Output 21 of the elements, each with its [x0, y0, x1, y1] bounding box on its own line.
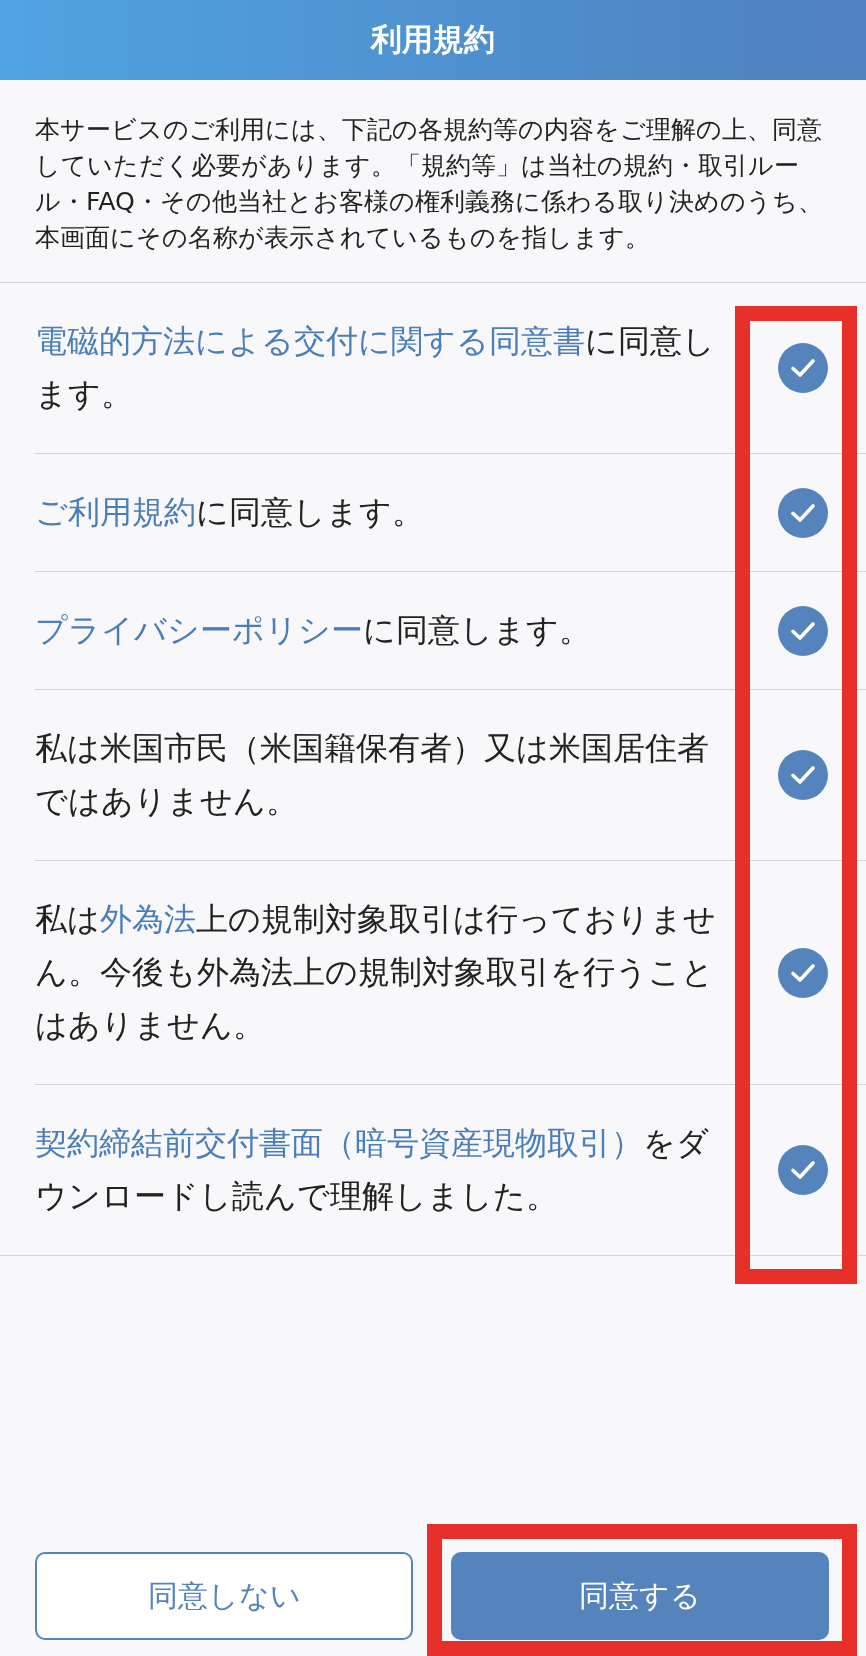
checked-checkbox-icon[interactable]	[778, 750, 828, 800]
agreement-link[interactable]: プライバシーポリシー	[35, 612, 363, 648]
agreement-link[interactable]: 契約締結前交付書面（暗号資産現物取引）	[35, 1125, 643, 1161]
checked-checkbox-icon[interactable]	[778, 947, 828, 998]
checked-checkbox-icon[interactable]	[778, 487, 828, 538]
intro-paragraph: 本サービスのご利用には、下記の各規約等の内容をご理解の上、同意していただく必要があります。「規約等」は当社の規約・取引ルール・FAQ・その他当社とお客様の権利義務に係わる取り決めのうち、本画面にその名称が表示されているものを指します。	[0, 80, 866, 283]
checked-checkbox-icon[interactable]	[778, 1145, 828, 1195]
agreement-link[interactable]: 電磁的方法による交付に関する同意書	[35, 323, 585, 359]
agreement-link[interactable]: ご利用規約	[35, 494, 196, 530]
agreement-link[interactable]: 外為法	[100, 901, 196, 937]
agreement-text: プライバシーポリシーに同意します。	[35, 611, 592, 650]
decline-button[interactable]: 同意しない	[35, 1552, 413, 1640]
checked-checkbox-icon[interactable]	[778, 605, 828, 656]
agree-button[interactable]: 同意する	[451, 1552, 829, 1640]
agreement-text: 私は米国市民（米国籍保有者）又は米国居住者ではありません。	[35, 729, 710, 821]
agreement-text: 私は外為法上の規制対象取引は行っておりません。今後も外為法上の規制対象取引を行うことはありません。	[35, 900, 717, 1045]
page-title: 利用規約	[371, 20, 495, 59]
checked-checkbox-icon[interactable]	[778, 343, 828, 393]
agreement-text: ご利用規約に同意します。	[35, 493, 425, 532]
agreement-text: 契約締結前交付書面（暗号資産現物取引）をダウンロードし読んで理解しました。	[35, 1124, 710, 1216]
agreement-text: 電磁的方法による交付に関する同意書に同意します。	[35, 322, 716, 414]
